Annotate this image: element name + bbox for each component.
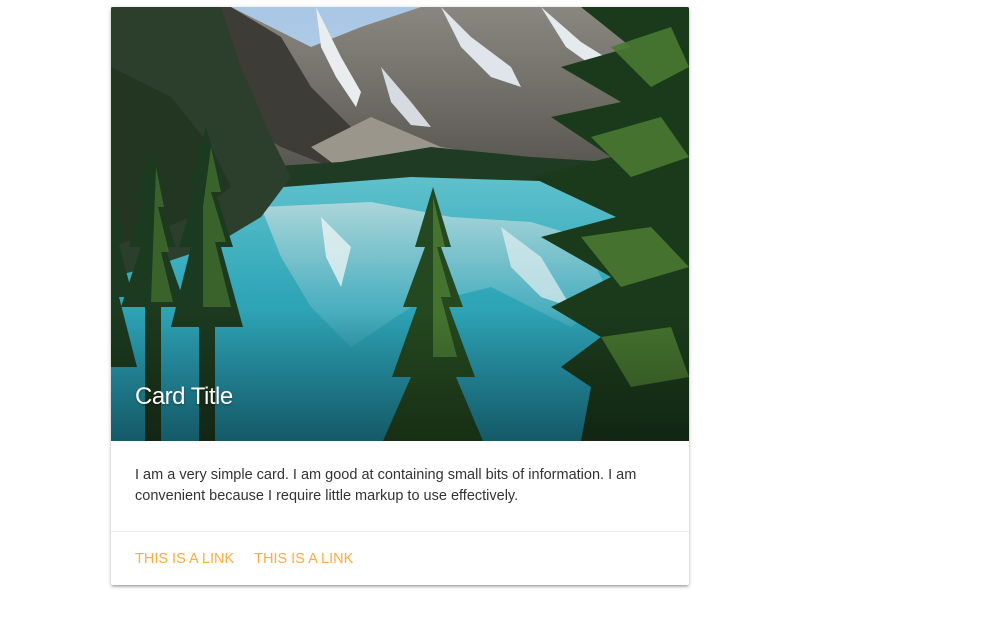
card-title: Card Title [135, 383, 233, 410]
card-description: I am a very simple card. I am good at co… [135, 467, 637, 504]
card-link-1[interactable]: This is a link [135, 548, 234, 570]
card: Card Title I am a very simple card. I am… [111, 7, 689, 585]
card-actions: This is a link This is a link [111, 532, 689, 585]
card-link-2[interactable]: This is a link [254, 548, 353, 570]
card-image: Card Title [111, 7, 689, 441]
landscape-photo [111, 7, 689, 441]
card-content: I am a very simple card. I am good at co… [111, 441, 689, 532]
